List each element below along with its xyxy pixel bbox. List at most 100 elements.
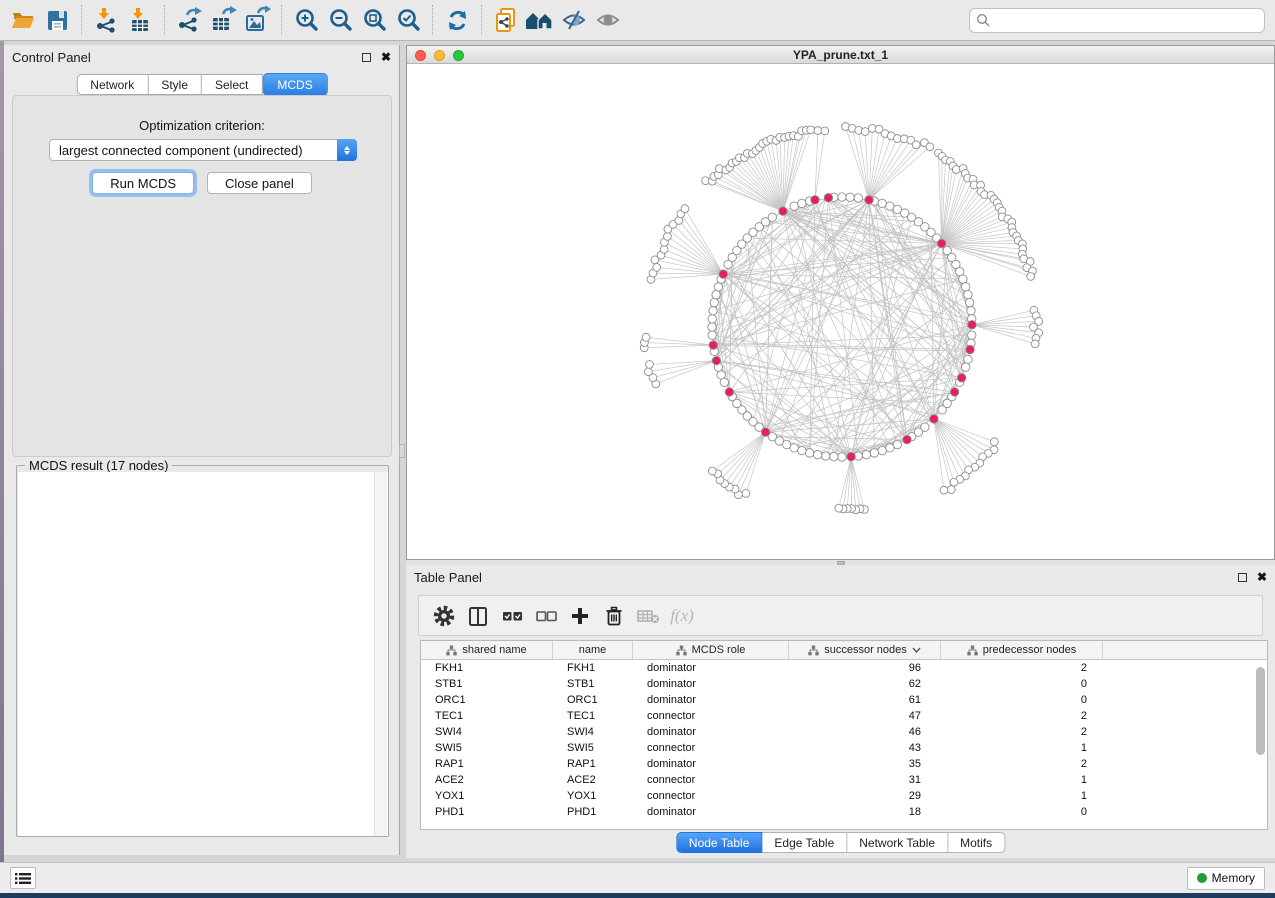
zoom-out-button[interactable] xyxy=(323,4,357,36)
new-network-from-selection-button[interactable] xyxy=(489,4,523,36)
cell-shared-name[interactable]: TEC1 xyxy=(421,710,553,722)
cell-predecessor-nodes[interactable]: 2 xyxy=(941,710,1103,722)
memory-button[interactable]: Memory xyxy=(1187,867,1265,890)
table-column-header[interactable]: predecessor nodes xyxy=(941,641,1103,659)
cell-successor-nodes[interactable]: 43 xyxy=(789,742,941,754)
import-table-button[interactable] xyxy=(123,4,157,36)
cell-mcds-role[interactable]: connector xyxy=(633,790,789,802)
table-row[interactable]: ORC1 ORC1 dominator 61 0 xyxy=(421,692,1267,708)
open-file-button[interactable] xyxy=(6,4,40,36)
float-table-panel-icon[interactable] xyxy=(1238,573,1247,582)
zoom-fit-button[interactable] xyxy=(357,4,391,36)
table-row[interactable]: RAP1 RAP1 dominator 35 2 xyxy=(421,756,1267,772)
table-row[interactable]: STB1 STB1 dominator 62 0 xyxy=(421,676,1267,692)
control-panel-tab[interactable]: Style xyxy=(148,74,202,95)
delete-columns-button[interactable] xyxy=(599,601,629,631)
cell-predecessor-nodes[interactable]: 2 xyxy=(941,662,1103,674)
cell-name[interactable]: SWI4 xyxy=(553,726,633,738)
cell-successor-nodes[interactable]: 46 xyxy=(789,726,941,738)
export-image-button[interactable] xyxy=(240,4,274,36)
cell-successor-nodes[interactable]: 29 xyxy=(789,790,941,802)
first-neighbors-button[interactable] xyxy=(523,4,557,36)
search-input[interactable] xyxy=(969,8,1265,33)
close-table-panel-icon[interactable]: ✖ xyxy=(1257,573,1267,582)
save-session-button[interactable] xyxy=(40,4,74,36)
close-panel-icon[interactable]: ✖ xyxy=(381,53,391,62)
cell-successor-nodes[interactable]: 31 xyxy=(789,774,941,786)
splitter-grip[interactable] xyxy=(837,561,845,565)
cell-name[interactable]: ACE2 xyxy=(553,774,633,786)
zoom-in-button[interactable] xyxy=(289,4,323,36)
table-tab[interactable]: Node Table xyxy=(676,832,763,853)
cell-successor-nodes[interactable]: 61 xyxy=(789,694,941,706)
table-row[interactable]: PHD1 PHD1 dominator 18 0 xyxy=(421,804,1267,820)
table-column-header[interactable]: successor nodes xyxy=(789,641,941,659)
control-panel-tab[interactable]: Select xyxy=(202,74,262,95)
cell-shared-name[interactable]: STB1 xyxy=(421,678,553,690)
table-row[interactable]: TEC1 TEC1 connector 47 2 xyxy=(421,708,1267,724)
cell-mcds-role[interactable]: connector xyxy=(633,742,789,754)
cell-successor-nodes[interactable]: 35 xyxy=(789,758,941,770)
cell-predecessor-nodes[interactable]: 0 xyxy=(941,806,1103,818)
table-scrollbar-thumb[interactable] xyxy=(1256,667,1265,755)
float-panel-icon[interactable] xyxy=(362,53,371,62)
cell-predecessor-nodes[interactable]: 1 xyxy=(941,790,1103,802)
table-tab[interactable]: Motifs xyxy=(948,832,1005,853)
export-table-button[interactable] xyxy=(206,4,240,36)
cell-mcds-role[interactable]: dominator xyxy=(633,806,789,818)
run-mcds-button[interactable]: Run MCDS xyxy=(92,172,194,194)
table-tab[interactable]: Network Table xyxy=(847,832,948,853)
task-history-button[interactable] xyxy=(10,867,36,889)
vertical-splitter-grip[interactable] xyxy=(399,444,405,458)
zoom-selected-button[interactable] xyxy=(391,4,425,36)
cell-name[interactable]: ORC1 xyxy=(553,694,633,706)
cell-predecessor-nodes[interactable]: 1 xyxy=(941,742,1103,754)
minimize-window-icon[interactable] xyxy=(434,50,445,61)
table-row[interactable]: ACE2 ACE2 connector 31 1 xyxy=(421,772,1267,788)
cell-mcds-role[interactable]: dominator xyxy=(633,694,789,706)
cell-mcds-role[interactable]: dominator xyxy=(633,662,789,674)
cell-name[interactable]: STB1 xyxy=(553,678,633,690)
table-column-header[interactable]: shared name xyxy=(421,641,553,659)
table-settings-button[interactable] xyxy=(429,601,459,631)
table-row[interactable]: FKH1 FKH1 dominator 96 2 xyxy=(421,660,1267,676)
close-window-icon[interactable] xyxy=(415,50,426,61)
import-network-button[interactable] xyxy=(89,4,123,36)
cell-shared-name[interactable]: ACE2 xyxy=(421,774,553,786)
cell-successor-nodes[interactable]: 18 xyxy=(789,806,941,818)
cell-predecessor-nodes[interactable]: 1 xyxy=(941,774,1103,786)
cell-successor-nodes[interactable]: 62 xyxy=(789,678,941,690)
cell-name[interactable]: PHD1 xyxy=(553,806,633,818)
hide-selected-button[interactable] xyxy=(557,4,591,36)
select-all-rows-button[interactable] xyxy=(497,601,527,631)
cell-name[interactable]: YOX1 xyxy=(553,790,633,802)
cell-shared-name[interactable]: ORC1 xyxy=(421,694,553,706)
refresh-layout-button[interactable] xyxy=(440,4,474,36)
table-row[interactable]: SWI5 SWI5 connector 43 1 xyxy=(421,740,1267,756)
cell-successor-nodes[interactable]: 47 xyxy=(789,710,941,722)
show-all-button[interactable] xyxy=(591,4,625,36)
maximize-window-icon[interactable] xyxy=(453,50,464,61)
cell-name[interactable]: TEC1 xyxy=(553,710,633,722)
deselect-all-rows-button[interactable] xyxy=(531,601,561,631)
cell-mcds-role[interactable]: dominator xyxy=(633,678,789,690)
cell-name[interactable]: FKH1 xyxy=(553,662,633,674)
network-window-titlebar[interactable]: YPA_prune.txt_1 xyxy=(407,46,1274,64)
cell-predecessor-nodes[interactable]: 2 xyxy=(941,726,1103,738)
cell-mcds-role[interactable]: dominator xyxy=(633,726,789,738)
cell-shared-name[interactable]: YOX1 xyxy=(421,790,553,802)
table-row[interactable]: YOX1 YOX1 connector 29 1 xyxy=(421,788,1267,804)
table-column-header[interactable]: name xyxy=(553,641,633,659)
cell-name[interactable]: SWI5 xyxy=(553,742,633,754)
table-tab[interactable]: Edge Table xyxy=(762,832,847,853)
cell-mcds-role[interactable]: dominator xyxy=(633,758,789,770)
cell-mcds-role[interactable]: connector xyxy=(633,710,789,722)
split-panel-button[interactable] xyxy=(463,601,493,631)
cell-predecessor-nodes[interactable]: 0 xyxy=(941,678,1103,690)
control-panel-tab[interactable]: Network xyxy=(76,74,148,95)
add-column-button[interactable] xyxy=(565,601,595,631)
cell-successor-nodes[interactable]: 96 xyxy=(789,662,941,674)
criterion-dropdown[interactable]: largest connected component (undirected) xyxy=(49,139,357,161)
cell-shared-name[interactable]: PHD1 xyxy=(421,806,553,818)
export-network-button[interactable] xyxy=(172,4,206,36)
